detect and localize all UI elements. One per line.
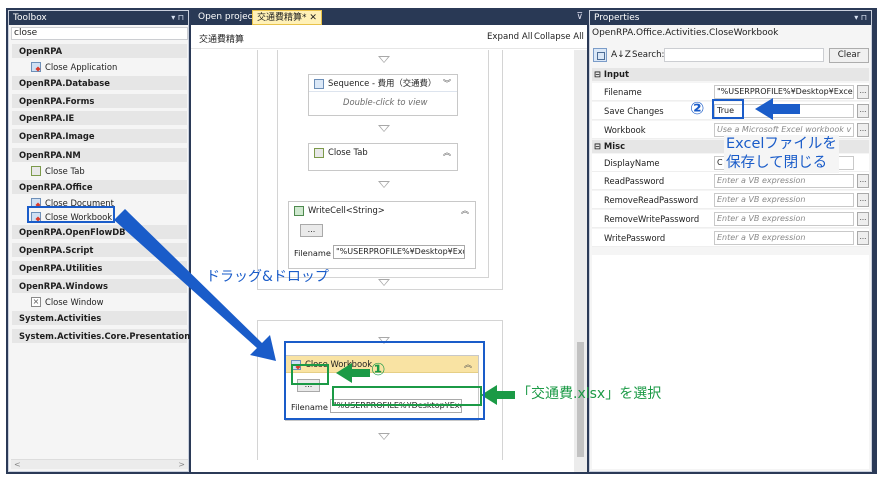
annotation-drag-drop: ドラッグ&ドロップ — [206, 269, 329, 285]
highlight-filename-field — [332, 386, 482, 406]
annotation-line: Excelファイルを — [726, 136, 837, 152]
annotation-select-file: 「交通費.xlsx」を選択 — [517, 386, 662, 402]
annotation-line: 保存して閉じる — [726, 155, 828, 171]
annotation-step-1: ① — [371, 360, 386, 380]
annotation-save-and-close: Excelファイルを 保存して閉じる — [724, 135, 839, 173]
left-arrow-blue-icon — [755, 98, 800, 120]
left-arrow-green-icon — [481, 385, 515, 405]
highlight-save-changes-value — [712, 99, 744, 119]
highlight-browse-button — [291, 364, 329, 385]
annotation-step-2: ② — [690, 99, 705, 119]
